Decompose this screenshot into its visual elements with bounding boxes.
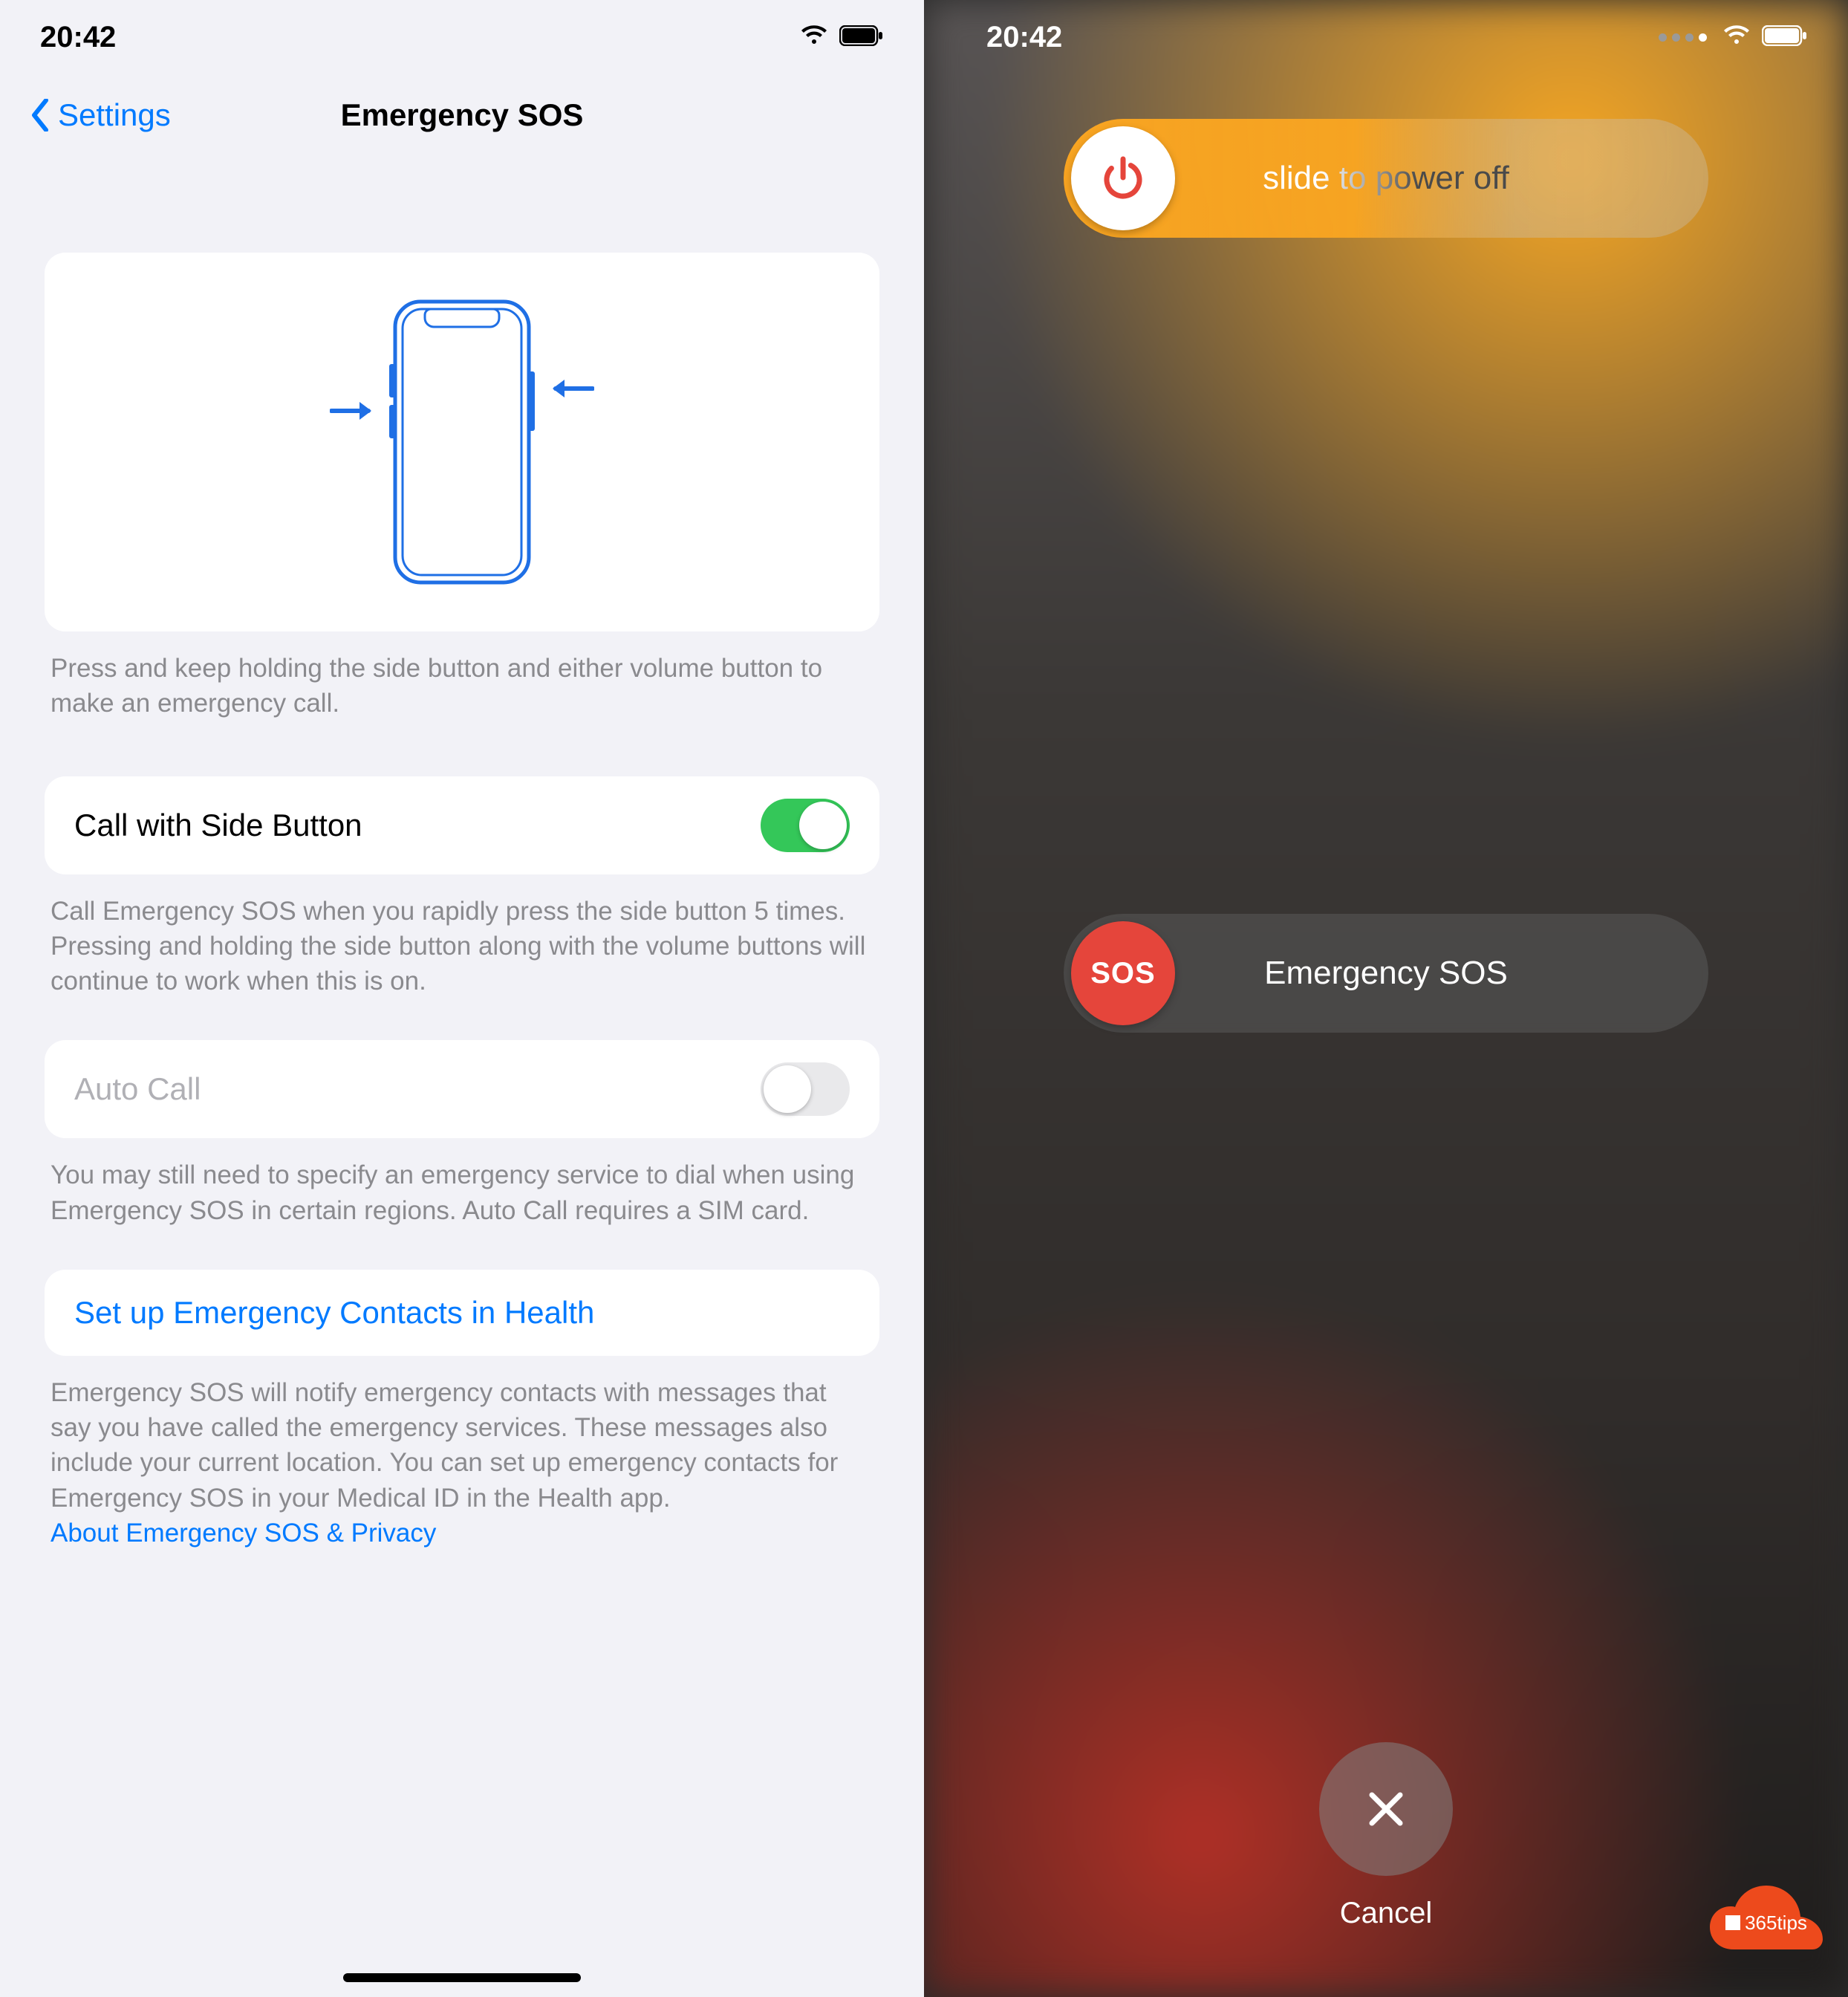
status-time: 20:42 — [40, 21, 116, 54]
status-bar: 20:42 — [0, 0, 924, 74]
status-bar: 20:42 — [924, 0, 1848, 74]
status-icons — [799, 25, 884, 51]
wifi-icon — [799, 25, 829, 51]
battery-icon — [1762, 25, 1808, 50]
battery-icon — [839, 25, 884, 50]
contacts-footer: Emergency SOS will notify emergency cont… — [45, 1356, 879, 1550]
auto-call-label: Auto Call — [74, 1071, 201, 1107]
illustration-footer: Press and keep holding the side button a… — [45, 631, 879, 721]
call-with-side-button-footer: Call Emergency SOS when you rapidly pres… — [45, 874, 879, 999]
setup-emergency-contacts-link[interactable]: Set up Emergency Contacts in Health — [45, 1270, 879, 1356]
back-button[interactable]: Settings — [30, 97, 171, 133]
home-indicator[interactable] — [343, 1973, 581, 1982]
cancel-button[interactable] — [1319, 1742, 1453, 1876]
sos-icon: SOS — [1090, 957, 1155, 990]
close-icon — [1360, 1783, 1412, 1835]
contacts-footer-text: Emergency SOS will notify emergency cont… — [51, 1378, 838, 1513]
cancel-label: Cancel — [1340, 1897, 1433, 1930]
auto-call-footer: You may still need to specify an emergen… — [45, 1138, 879, 1228]
power-icon — [1097, 152, 1149, 204]
power-off-screen: 20:42 slide to power off — [924, 0, 1848, 1997]
illustration-card — [45, 253, 879, 631]
wifi-icon — [1722, 25, 1751, 51]
chevron-left-icon — [30, 99, 51, 131]
watermark-text: 365tips — [1745, 1912, 1807, 1935]
arrow-right-icon — [330, 400, 374, 422]
cellular-icon — [1659, 33, 1707, 42]
status-time: 20:42 — [986, 21, 1062, 54]
call-with-side-button-label: Call with Side Button — [74, 808, 362, 843]
call-with-side-button-toggle[interactable] — [761, 799, 850, 852]
arrow-left-icon — [550, 377, 594, 400]
power-off-slider[interactable]: slide to power off — [1064, 119, 1708, 238]
nav-bar: Settings Emergency SOS — [0, 74, 924, 156]
watermark: 365tips — [1699, 1878, 1833, 1967]
emergency-sos-slider[interactable]: Emergency SOS SOS — [1064, 914, 1708, 1033]
emergency-sos-thumb[interactable]: SOS — [1071, 921, 1175, 1025]
status-icons — [1659, 25, 1808, 51]
power-off-thumb[interactable] — [1071, 126, 1175, 230]
auto-call-toggle[interactable] — [761, 1062, 850, 1116]
phone-outline-icon — [388, 297, 536, 587]
privacy-link[interactable]: About Emergency SOS & Privacy — [51, 1519, 436, 1548]
auto-call-row[interactable]: Auto Call — [45, 1040, 879, 1138]
back-label: Settings — [58, 97, 171, 133]
settings-screen: 20:42 Settings Emergency SOS — [0, 0, 924, 1997]
call-with-side-button-row[interactable]: Call with Side Button — [45, 776, 879, 874]
